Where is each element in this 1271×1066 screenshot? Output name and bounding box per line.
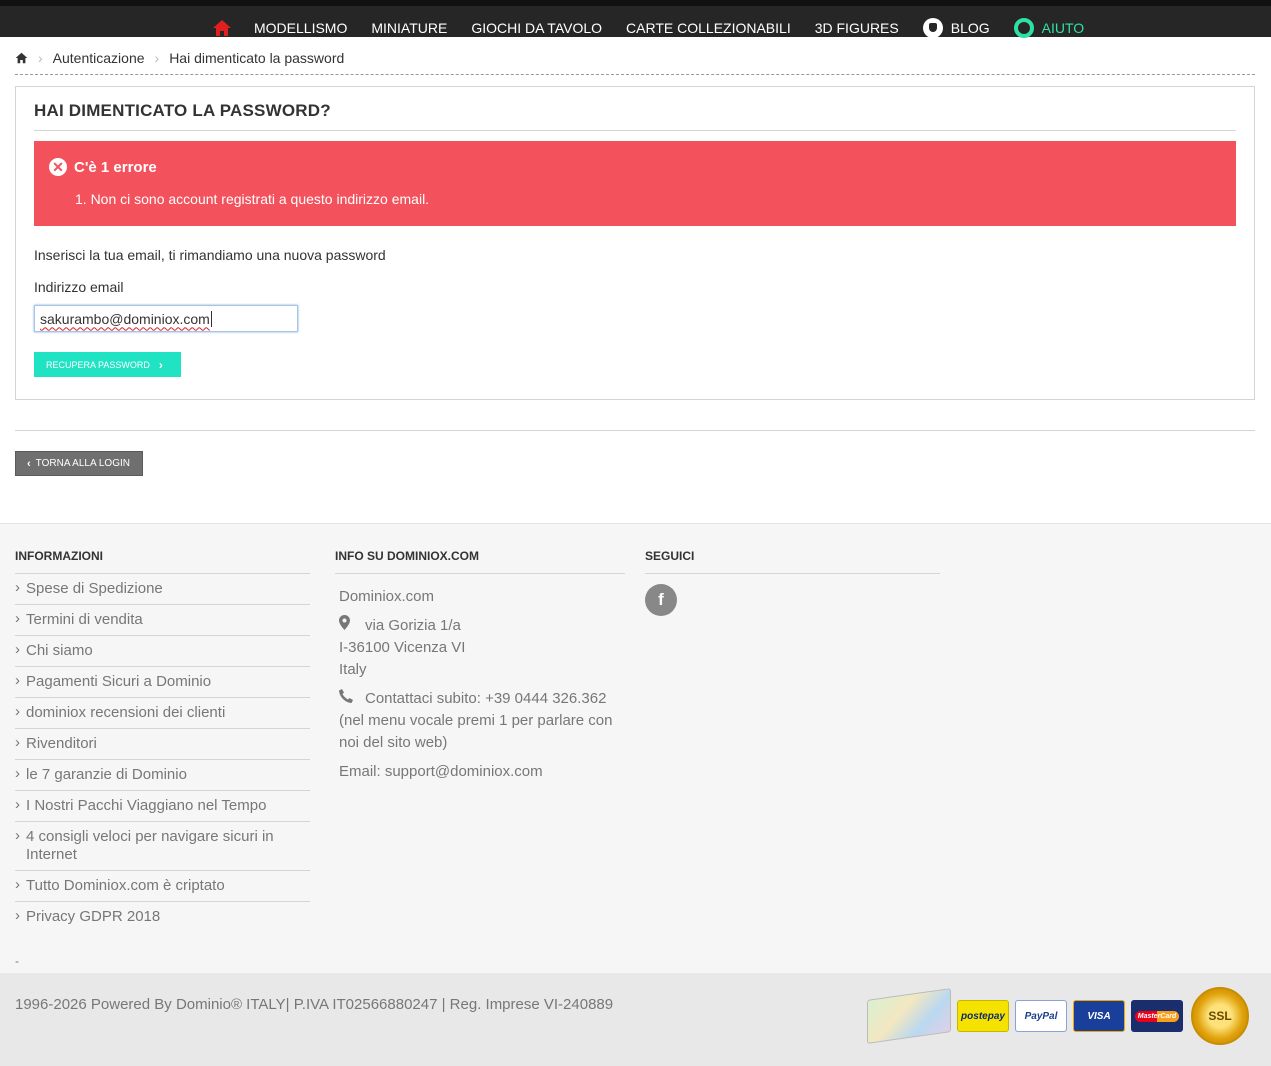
main-menu: MODELLISMO MINIATURE GIOCHI DA TAVOLO CA… bbox=[212, 12, 1108, 43]
chevron-left-icon: ‹ bbox=[27, 457, 31, 470]
footer-bottom: 1996-2026 Powered By Dominio® ITALY| P.I… bbox=[0, 973, 1271, 1066]
mastercard-label: MasterCard bbox=[1134, 1010, 1180, 1022]
error-count: C'è 1 errore bbox=[74, 158, 157, 176]
footer-link[interactable]: Pagamenti Sicuri a Dominio bbox=[15, 667, 310, 698]
text-cursor bbox=[210, 310, 212, 327]
nav-blog-label: BLOG bbox=[950, 19, 990, 36]
phone-icon bbox=[339, 688, 357, 710]
mastercard-logo: MasterCard bbox=[1131, 1000, 1183, 1032]
footer-link[interactable]: Rivenditori bbox=[15, 729, 310, 760]
nav-aiuto-label: AIUTO bbox=[1041, 19, 1085, 36]
company-name: Dominiox.com bbox=[339, 588, 435, 605]
address: via Gorizia 1/a I-36100 Vicenza VI Italy bbox=[339, 615, 625, 681]
error-alert: ✕ C'è 1 errore 1. Non ci sono account re… bbox=[34, 141, 1236, 226]
lifebuoy-icon bbox=[1013, 17, 1034, 38]
email-field[interactable]: sakurambo@dominiox.com bbox=[34, 305, 298, 332]
footer-info-title: INFORMAZIONI bbox=[15, 549, 310, 574]
divider bbox=[15, 430, 1255, 431]
top-navbar: MODELLISMO MINIATURE GIOCHI DA TAVOLO CA… bbox=[0, 0, 1271, 38]
error-alert-title: ✕ C'è 1 errore bbox=[49, 158, 157, 176]
address-line-2: I-36100 Vicenza VI bbox=[339, 639, 466, 656]
back-to-login-label: TORNA ALLA LOGIN bbox=[35, 458, 130, 469]
payment-logos: postepay PayPal VISA MasterCard SSL bbox=[867, 987, 1249, 1045]
breadcrumb: › Autenticazione › Hai dimenticato la pa… bbox=[15, 48, 1255, 75]
rebel-logo-icon bbox=[922, 17, 943, 38]
footer-info-links: Spese di Spedizione Termini di vendita C… bbox=[15, 574, 310, 932]
nav-aiuto[interactable]: AIUTO bbox=[1013, 17, 1085, 38]
footer-social-title: SEGUICI bbox=[645, 549, 940, 574]
footer-dash: - bbox=[15, 954, 19, 968]
nav-miniature[interactable]: MINIATURE bbox=[371, 20, 447, 36]
address-line-3: Italy bbox=[339, 661, 367, 678]
forgot-password-box: HAI DIMENTICATO LA PASSWORD? ✕ C'è 1 err… bbox=[15, 86, 1255, 400]
map-marker-icon bbox=[339, 615, 357, 637]
contact-info: Dominiox.com via Gorizia 1/a I-36100 Vic… bbox=[335, 586, 625, 783]
recover-password-label: RECUPERA PASSWORD bbox=[46, 359, 150, 370]
recover-password-button[interactable]: RECUPERA PASSWORD › bbox=[34, 352, 181, 377]
cash-banknotes-icon bbox=[867, 988, 951, 1044]
footer-link[interactable]: 4 consigli veloci per navigare sicuri in… bbox=[15, 822, 310, 871]
footer: INFORMAZIONI Spese di Spedizione Termini… bbox=[0, 523, 1271, 973]
footer-info-column: INFORMAZIONI Spese di Spedizione Termini… bbox=[15, 549, 310, 932]
postepay-logo: postepay bbox=[957, 1000, 1009, 1032]
email-value: sakurambo@dominiox.com bbox=[40, 310, 210, 327]
facebook-icon[interactable]: f bbox=[645, 584, 677, 616]
chevron-right-icon: › bbox=[154, 50, 160, 66]
nav-modellismo[interactable]: MODELLISMO bbox=[254, 20, 347, 36]
breadcrumb-autenticazione[interactable]: Autenticazione bbox=[53, 50, 145, 66]
footer-link[interactable]: Tutto Dominiox.com è criptato bbox=[15, 871, 310, 902]
nav-carte-collezionabili[interactable]: CARTE COLLEZIONABILI bbox=[626, 20, 791, 36]
footer-social-column: SEGUICI f bbox=[645, 549, 940, 616]
email-label: Indirizzo email bbox=[34, 279, 124, 295]
back-to-login-button[interactable]: ‹ TORNA ALLA LOGIN bbox=[15, 451, 143, 476]
home-icon[interactable] bbox=[212, 19, 232, 37]
phone: Contattaci subito: +39 0444 326.362 (nel… bbox=[339, 688, 625, 754]
footer-link[interactable]: Termini di vendita bbox=[15, 605, 310, 636]
nav-giochi-da-tavolo[interactable]: GIOCHI DA TAVOLO bbox=[471, 20, 602, 36]
footer-link[interactable]: Privacy GDPR 2018 bbox=[15, 902, 310, 932]
address-line-1: via Gorizia 1/a bbox=[365, 617, 461, 634]
visa-logo: VISA bbox=[1073, 1000, 1125, 1032]
contact-email[interactable]: Email: support@dominiox.com bbox=[339, 761, 625, 783]
chevron-right-icon: › bbox=[158, 357, 163, 372]
page-title: HAI DIMENTICATO LA PASSWORD? bbox=[34, 101, 1236, 131]
error-circle-icon: ✕ bbox=[49, 158, 67, 176]
footer-link[interactable]: Chi siamo bbox=[15, 636, 310, 667]
copyright: 1996-2026 Powered By Dominio® ITALY| P.I… bbox=[15, 996, 614, 1013]
ssl-badge: SSL bbox=[1191, 987, 1249, 1045]
footer-contact-title: INFO SU DOMINIOX.COM bbox=[335, 549, 625, 574]
nav-3d-figures[interactable]: 3D FIGURES bbox=[815, 20, 899, 36]
footer-contact-column: INFO SU DOMINIOX.COM Dominiox.com via Go… bbox=[335, 549, 625, 783]
breadcrumb-home-icon[interactable] bbox=[15, 52, 28, 64]
breadcrumb-current: Hai dimenticato la password bbox=[169, 50, 345, 66]
footer-link[interactable]: dominiox recensioni dei clienti bbox=[15, 698, 310, 729]
intro-text: Inserisci la tua email, ti rimandiamo un… bbox=[34, 247, 386, 263]
error-message: 1. Non ci sono account registrati a ques… bbox=[75, 191, 430, 207]
chevron-right-icon: › bbox=[38, 50, 43, 66]
footer-link[interactable]: Spese di Spedizione bbox=[15, 574, 310, 605]
paypal-logo: PayPal bbox=[1015, 1000, 1067, 1032]
phone-text: Contattaci subito: +39 0444 326.362 bbox=[365, 690, 607, 707]
footer-link[interactable]: I Nostri Pacchi Viaggiano nel Tempo bbox=[15, 791, 310, 822]
nav-blog[interactable]: BLOG bbox=[922, 17, 990, 38]
footer-link[interactable]: le 7 garanzie di Dominio bbox=[15, 760, 310, 791]
phone-note: (nel menu vocale premi 1 per parlare con… bbox=[339, 712, 613, 751]
